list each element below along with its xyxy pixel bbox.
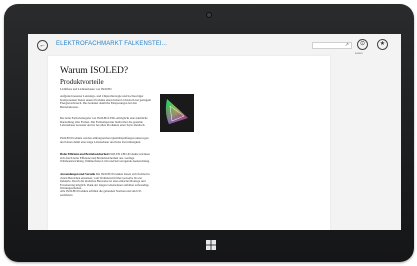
paragraph: Die hohe Farbwiedergabe von ISOLED LEDs … — [60, 116, 148, 128]
pin-icon: ↗ — [344, 42, 349, 48]
favorites-button[interactable]: ★ — [377, 39, 388, 50]
color-gamut-diagram-image — [160, 94, 194, 132]
paragraph-text: Die ISOLED Produkte lassen sich flexibel… — [60, 172, 150, 191]
section-heading: Produktvorteile — [60, 78, 104, 86]
browser-toolbar: ← ELEKTROFACHMARKT FALKENSTEI... ↗ ⊙ ★ L… — [28, 34, 401, 56]
paragraph: Hohe Effizienz und Betriebssicherheit IS… — [60, 152, 152, 164]
camera-icon — [207, 13, 211, 17]
windows-logo-icon[interactable] — [206, 240, 216, 250]
reading-view-button[interactable]: ⊙ — [357, 39, 368, 50]
reading-view-caption: Lesen — [355, 51, 363, 55]
paragraph: Alle ISOLED Produkte erfüllen die gelten… — [60, 189, 143, 197]
paragraph: Aufgrund neuester Leistungs- und Chiptec… — [60, 94, 151, 109]
star-icon: ★ — [379, 41, 386, 47]
back-button[interactable]: ← — [37, 40, 48, 51]
tablet-frame: ← ELEKTROFACHMARKT FALKENSTEI... ↗ ⊙ ★ L… — [4, 4, 414, 262]
article-title: Warum ISOLED? — [60, 66, 129, 76]
reading-view-icon: ⊙ — [359, 41, 366, 47]
reading-view-page: Warum ISOLED? Produktvorteile Lichtfluss… — [48, 56, 330, 230]
paragraph: ISOLED Produkte werden umfangreichen Qua… — [60, 136, 149, 144]
site-title[interactable]: ELEKTROFACHMARKT FALKENSTEI... — [56, 41, 167, 47]
address-bar[interactable]: ↗ — [312, 42, 352, 49]
browser-screen: ← ELEKTROFACHMARKT FALKENSTEI... ↗ ⊙ ★ L… — [28, 34, 401, 230]
paragraph: Lichtfluss und Lichtausbeute von ISOLED — [60, 87, 112, 91]
back-arrow-icon: ← — [39, 42, 46, 49]
